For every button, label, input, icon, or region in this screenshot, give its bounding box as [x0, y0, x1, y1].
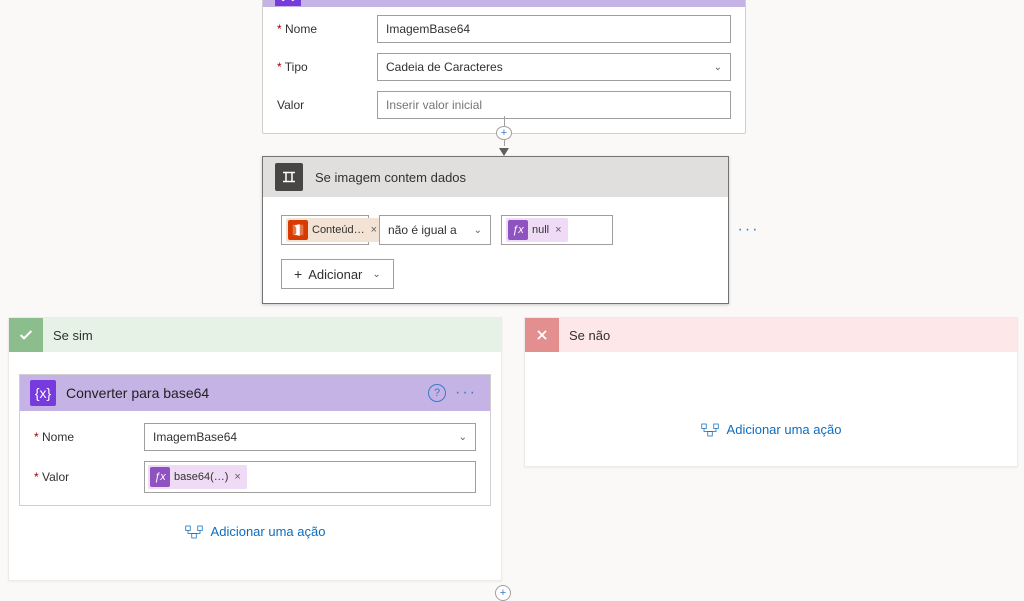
- fx-icon: ƒx: [150, 467, 170, 487]
- branch-no-header[interactable]: Se não: [525, 318, 1017, 352]
- add-action-icon: [185, 525, 203, 539]
- add-action-no-button[interactable]: Adicionar uma ação: [533, 422, 1009, 437]
- fx-icon: ƒx: [508, 220, 528, 240]
- condition-more-button[interactable]: ···: [735, 156, 762, 304]
- convert-base64-header[interactable]: {x} Converter para base64 ? ···: [20, 375, 490, 411]
- name-label: Nome: [277, 22, 377, 36]
- initialize-variable-title: Inicializar variável: [311, 0, 421, 1]
- close-icon: [525, 318, 559, 352]
- name-input[interactable]: [377, 15, 731, 43]
- branch-yes-header[interactable]: Se sim: [9, 318, 501, 352]
- convert-base64-card: {x} Converter para base64 ? ··· Nome Ima…: [19, 374, 491, 506]
- condition-header[interactable]: Se imagem contem dados: [263, 157, 728, 197]
- help-icon[interactable]: ?: [428, 384, 446, 402]
- add-action-icon: [701, 423, 719, 437]
- connector: +: [503, 116, 505, 156]
- remove-token-icon[interactable]: ×: [371, 224, 377, 236]
- arrow-down-icon: [499, 148, 509, 156]
- branch-yes-title: Se sim: [53, 328, 93, 343]
- remove-token-icon[interactable]: ×: [234, 471, 240, 483]
- base64-token: ƒx base64(…) ×: [148, 465, 247, 489]
- initialize-variable-header[interactable]: {x} Inicializar variável ?: [263, 0, 745, 7]
- condition-right-operand[interactable]: ƒx null ×: [501, 215, 613, 245]
- type-value: Cadeia de Caracteres: [386, 60, 503, 74]
- chevron-down-icon: ⌄: [459, 432, 467, 443]
- condition-expression-row: Conteúd… × não é igual a ⌄ ƒx null ×: [281, 215, 710, 245]
- null-token: ƒx null ×: [506, 218, 568, 242]
- value-input[interactable]: [377, 91, 731, 119]
- condition-card: Se imagem contem dados Conteúd… × não é …: [262, 156, 729, 304]
- initialize-variable-card: {x} Inicializar variável ? Nome Tipo Cad…: [262, 0, 746, 134]
- variable-icon: {x}: [275, 0, 301, 6]
- condition-left-operand[interactable]: Conteúd… ×: [281, 215, 369, 245]
- content-token: Conteúd… ×: [286, 218, 383, 242]
- condition-operator-select[interactable]: não é igual a ⌄: [379, 215, 491, 245]
- condition-title: Se imagem contem dados: [315, 170, 466, 185]
- type-select[interactable]: Cadeia de Caracteres ⌄: [377, 53, 731, 81]
- convert-base64-title: Converter para base64: [66, 385, 209, 401]
- branch-no: Se não Adicionar uma ação: [524, 317, 1018, 467]
- value-label: Valor: [277, 98, 377, 112]
- chevron-down-icon: ⌄: [372, 269, 380, 280]
- add-action-yes-button[interactable]: Adicionar uma ação: [17, 524, 493, 539]
- plus-icon: +: [294, 266, 302, 282]
- branch-yes: Se sim {x} Converter para base64 ? ··· N…: [8, 317, 502, 581]
- add-condition-button[interactable]: + Adicionar ⌄: [281, 259, 394, 289]
- action-value-input[interactable]: ƒx base64(…) ×: [144, 461, 476, 493]
- type-label: Tipo: [277, 60, 377, 74]
- branch-no-title: Se não: [569, 328, 610, 343]
- action-name-select[interactable]: ImagemBase64 ⌄: [144, 423, 476, 451]
- add-step-button[interactable]: +: [496, 126, 512, 140]
- variable-icon: {x}: [30, 380, 56, 406]
- action-name-label: Nome: [34, 430, 144, 444]
- office-icon: [288, 220, 308, 240]
- condition-icon: [275, 163, 303, 191]
- chevron-down-icon: ⌄: [714, 62, 722, 73]
- initialize-variable-body: Nome Tipo Cadeia de Caracteres ⌄ Valor: [263, 7, 745, 133]
- chevron-down-icon: ⌄: [474, 225, 482, 236]
- action-value-label: Valor: [34, 470, 144, 484]
- action-more-button[interactable]: ···: [452, 384, 480, 402]
- remove-token-icon[interactable]: ×: [555, 224, 561, 236]
- check-icon: [9, 318, 43, 352]
